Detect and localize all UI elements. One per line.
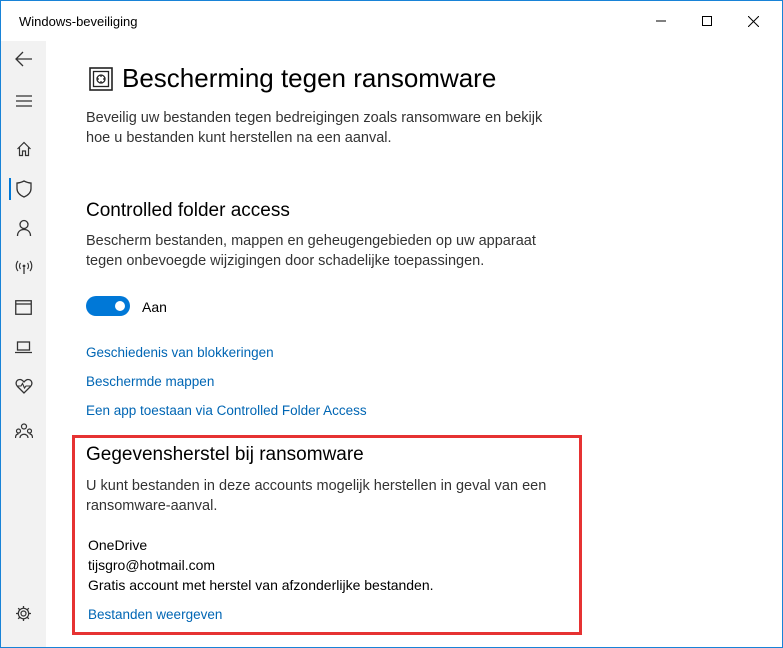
cfa-heading: Controlled folder access <box>86 200 290 221</box>
minimize-icon <box>656 20 666 22</box>
shield-icon <box>15 180 32 198</box>
sidebar-item-device-health[interactable] <box>1 368 46 404</box>
page-title: Bescherming tegen ransomware <box>122 63 497 93</box>
sidebar-item-app-browser-control[interactable] <box>1 289 46 325</box>
account-name: OneDrive <box>88 537 148 553</box>
antenna-icon <box>15 260 32 274</box>
allow-app-link[interactable]: Een app toestaan via Controlled Folder A… <box>86 403 367 418</box>
recovery-description: U kunt bestanden in deze accounts mogeli… <box>86 478 547 514</box>
cfa-toggle-label: Aan <box>142 299 167 315</box>
browser-window-icon <box>15 299 32 315</box>
laptop-icon <box>15 340 32 353</box>
sidebar <box>1 41 46 647</box>
maximize-icon <box>702 16 712 26</box>
gear-icon <box>16 605 31 621</box>
app-window: Windows-beveiliging Bescherming tegen ra… <box>0 0 783 648</box>
close-icon <box>747 15 759 27</box>
sidebar-item-firewall[interactable] <box>1 250 46 286</box>
sidebar-item-device-security[interactable] <box>1 329 46 365</box>
account-email: tijsgro@hotmail.com <box>88 557 216 573</box>
cfa-toggle[interactable] <box>86 296 130 316</box>
back-button[interactable] <box>1 41 46 77</box>
hamburger-icon <box>15 95 32 107</box>
close-button[interactable] <box>730 1 776 41</box>
recovery-heading: Gegevensherstel bij ransomware <box>86 444 364 465</box>
sidebar-item-settings[interactable] <box>1 595 46 631</box>
account-detail: Gratis account met herstel van afzonderl… <box>88 577 434 593</box>
family-icon <box>14 423 33 439</box>
toggle-knob <box>115 301 125 311</box>
home-icon <box>16 141 31 157</box>
window-title: Windows-beveiliging <box>19 14 138 29</box>
block-history-link[interactable]: Geschiedenis van blokkeringen <box>86 345 274 360</box>
main-content: Bescherming tegen ransomware Beveilig uw… <box>46 41 782 647</box>
maximize-button[interactable] <box>684 1 730 41</box>
menu-button[interactable] <box>1 83 46 119</box>
sidebar-item-account-protection[interactable] <box>1 210 46 246</box>
page-description: Beveilig uw bestanden tegen bedreigingen… <box>86 110 543 146</box>
back-arrow-icon <box>14 51 32 67</box>
view-files-link[interactable]: Bestanden weergeven <box>88 607 222 622</box>
protected-folders-link[interactable]: Beschermde mappen <box>86 374 214 389</box>
person-icon <box>16 219 31 237</box>
heart-pulse-icon <box>14 378 33 394</box>
ransomware-protection-icon <box>89 67 113 91</box>
sidebar-item-home[interactable] <box>1 131 46 167</box>
cfa-description: Bescherm bestanden, mappen en geheugenge… <box>86 233 536 269</box>
sidebar-item-family-options[interactable] <box>1 413 46 449</box>
minimize-button[interactable] <box>638 1 684 41</box>
sidebar-item-virus-protection[interactable] <box>1 171 46 207</box>
title-bar: Windows-beveiliging <box>1 1 782 41</box>
